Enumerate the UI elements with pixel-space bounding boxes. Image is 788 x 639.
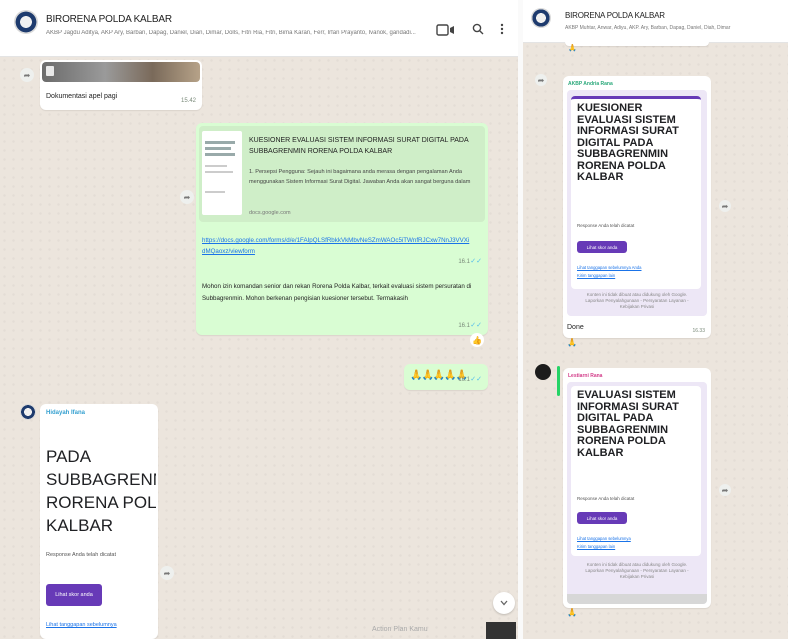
sender-name[interactable]: AKBP Andria Rana (568, 81, 613, 87)
message-time: 16.33 (692, 328, 705, 334)
forward-icon[interactable]: ➦ (20, 68, 34, 82)
form-url-link[interactable]: https://docs.google.com/forms/d/e/1FAIpQ… (202, 235, 472, 257)
forms-footer-bar (567, 594, 707, 604)
group-avatar[interactable] (531, 8, 551, 28)
forms-fineprint: Konten ini tidak dibuat atau didukung ol… (585, 292, 689, 309)
forms-preview: EVALUASI SISTEM INFORMASI SURAT DIGITAL … (567, 382, 707, 604)
sender-name[interactable]: Hidayah Ifana (46, 410, 85, 416)
preview-site: docs.google.com (249, 210, 291, 216)
reaction-badge[interactable]: 🙏 (567, 338, 577, 347)
form-link-message[interactable]: KUESIONER EVALUASI SISTEM INFORMASI SURA… (196, 123, 488, 335)
message-time: 16.1 (458, 259, 470, 265)
reaction-badge[interactable]: 👍 (470, 333, 484, 347)
bottom-dark-label (486, 622, 516, 639)
forward-icon[interactable]: ➦ (535, 74, 547, 86)
previous-response-link[interactable]: Lihat tanggapan sebelumnya (577, 536, 631, 541)
form-response-note: Response Anda telah dicatat (577, 223, 635, 228)
submit-another-link[interactable]: Kirim tanggapan lain (577, 273, 615, 278)
sender-name[interactable]: Lestiarni Rana (568, 373, 602, 379)
form-title: EVALUASI SISTEM INFORMASI SURAT DIGITAL … (577, 389, 679, 459)
document-thumbnail[interactable] (42, 62, 200, 82)
reaction-badge[interactable]: 🙏 (568, 44, 578, 54)
document-icon (46, 66, 54, 76)
message-caption: Done (567, 324, 584, 331)
view-score-button[interactable]: Lihat skor anda (577, 241, 627, 253)
forward-icon[interactable]: ➦ (160, 566, 174, 580)
form-title: PADA SUBBAGRENMIN RORENA POLDA KALBAR (46, 447, 156, 536)
forms-fineprint: Konten ini tidak dibuat atau didukung ol… (585, 562, 689, 579)
group-title[interactable]: BIRORENA POLDA KALBAR (46, 14, 172, 25)
form-title: KUESIONER EVALUASI SISTEM INFORMASI SURA… (577, 102, 679, 184)
scroll-to-bottom-button[interactable] (493, 592, 515, 614)
group-avatar[interactable] (14, 10, 38, 34)
document-message[interactable]: Dokumentasi apel pagi 15.42 (40, 60, 202, 110)
video-call-icon[interactable] (434, 22, 458, 38)
group-members: AKBP Jagdu Aditya, AKP Ary, Barban, Dapa… (46, 30, 416, 36)
chat-header[interactable]: BIRORENA POLDA KALBAR AKBP Muhtar, Anwar… (523, 0, 788, 43)
forms-response-message[interactable]: AKBP Andria Rana KUESIONER EVALUASI SIST… (563, 76, 711, 338)
emoji-message[interactable]: 🙏🙏🙏🙏🙏 16.1 ✓✓ (404, 364, 488, 390)
preview-title: KUESIONER EVALUASI SISTEM INFORMASI SURA… (249, 137, 469, 155)
previous-message[interactable] (565, 42, 709, 46)
left-chat-pane: BIRORENA POLDA KALBAR AKBP Jagdu Aditya,… (0, 0, 518, 639)
message-time: 16.1 (458, 323, 470, 329)
group-title[interactable]: BIRORENA POLDA KALBAR (565, 11, 665, 20)
preview-description: 1. Persepsi Pengguna: Sejauh ini bagaima… (249, 169, 471, 185)
forms-card: KUESIONER EVALUASI SISTEM INFORMASI SURA… (571, 96, 701, 289)
previous-response-link[interactable]: Lihat tanggapan sebelumnya (46, 622, 117, 628)
unread-indicator (557, 366, 560, 396)
message-time: 15.42 (180, 98, 196, 104)
previous-response-link[interactable]: Lihat tanggapan sebelumnya Anda (577, 265, 642, 270)
forms-response-message[interactable]: Lestiarni Rana EVALUASI SISTEM INFORMASI… (563, 368, 711, 608)
form-response-note: Response Anda telah dicatat (46, 552, 117, 558)
forward-icon[interactable]: ➦ (180, 190, 194, 204)
reaction-badge[interactable]: 🙏 (567, 608, 577, 617)
sender-avatar[interactable] (535, 364, 551, 380)
document-filename: Dokumentasi apel pagi (46, 93, 118, 100)
message-text: Mohon izin komandan senior dan rekan Ror… (202, 283, 472, 302)
link-preview[interactable]: KUESIONER EVALUASI SISTEM INFORMASI SURA… (199, 126, 485, 222)
read-receipt-icon: ✓✓ (470, 322, 482, 329)
chat-header[interactable]: BIRORENA POLDA KALBAR AKBP Jagdu Aditya,… (0, 0, 518, 57)
forward-icon[interactable]: ➦ (719, 200, 731, 212)
search-icon[interactable] (470, 21, 486, 37)
forward-icon[interactable]: ➦ (719, 484, 731, 496)
submit-another-link[interactable]: Kirim tanggapan lain (577, 544, 615, 549)
sender-avatar[interactable] (20, 404, 36, 420)
form-response-note: Response Anda telah dicatat (577, 496, 635, 501)
group-members: AKBP Muhtar, Anwar, Adiyu, AKP. Ary, Bar… (565, 25, 731, 31)
view-score-button[interactable]: Lihat skor anda (577, 512, 627, 524)
form-thumbnail (202, 131, 242, 215)
read-receipt-icon: ✓✓ (470, 376, 482, 383)
bottom-label: Action Plan Kamu (372, 626, 428, 633)
forms-response-message[interactable]: Hidayah Ifana PADA SUBBAGRENMIN RORENA P… (40, 404, 158, 639)
forms-preview: KUESIONER EVALUASI SISTEM INFORMASI SURA… (567, 90, 707, 316)
view-score-button[interactable]: Lihat skor anda (46, 584, 102, 606)
right-chat-pane: BIRORENA POLDA KALBAR AKBP Muhtar, Anwar… (523, 0, 788, 639)
message-time: 16.1 (458, 377, 470, 383)
chevron-down-icon (500, 600, 508, 606)
read-receipt-icon: ✓✓ (470, 258, 482, 265)
forms-card: EVALUASI SISTEM INFORMASI SURAT DIGITAL … (571, 386, 701, 556)
menu-icon[interactable] (497, 21, 507, 37)
